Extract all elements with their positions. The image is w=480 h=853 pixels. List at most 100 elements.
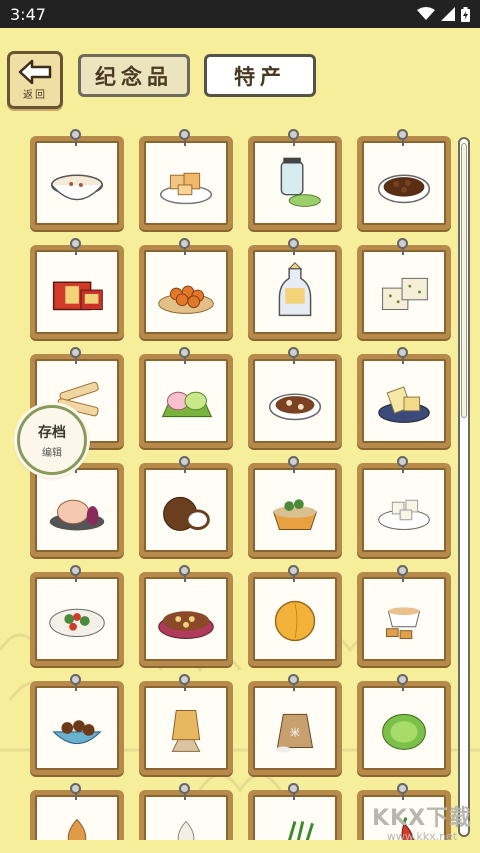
item-card[interactable] xyxy=(139,783,233,840)
status-bar: 3:47 xyxy=(0,0,480,28)
tab-souvenir[interactable]: 纪念品 xyxy=(78,54,190,97)
garlic-icon xyxy=(177,820,195,840)
item-card[interactable]: 米 xyxy=(248,674,342,775)
card-frame xyxy=(253,468,337,552)
item-card[interactable] xyxy=(357,674,451,775)
item-card[interactable] xyxy=(139,565,233,666)
item-card[interactable] xyxy=(30,238,124,339)
salad-plate-icon xyxy=(49,608,105,638)
tea-and-snacks-icon xyxy=(385,607,421,639)
card-frame: 米 xyxy=(253,686,337,770)
item-card[interactable] xyxy=(357,129,451,230)
item-card[interactable] xyxy=(357,456,451,557)
card-frame xyxy=(253,141,337,225)
tab-specialty[interactable]: 特产 xyxy=(204,54,316,97)
wifi-icon xyxy=(417,7,435,20)
item-card[interactable] xyxy=(248,456,342,557)
item-card[interactable] xyxy=(357,347,451,448)
card-hook xyxy=(179,783,190,800)
card-frame xyxy=(144,795,228,840)
wine-bottle-icon xyxy=(278,262,312,317)
card-hook xyxy=(70,238,81,255)
item-grid: 米 xyxy=(0,120,480,840)
item-card[interactable] xyxy=(139,347,233,448)
card-frame xyxy=(253,359,337,443)
item-card[interactable] xyxy=(139,674,233,775)
card-frame xyxy=(362,577,446,661)
rice-dumplings-icon xyxy=(161,391,213,418)
card-frame xyxy=(35,468,119,552)
item-card[interactable] xyxy=(30,129,124,230)
mooncake-icon xyxy=(49,499,105,531)
card-hook xyxy=(288,783,299,800)
back-arrow-icon xyxy=(18,59,52,85)
item-card[interactable] xyxy=(357,565,451,666)
card-hook xyxy=(179,456,190,473)
card-frame xyxy=(144,250,228,334)
card-hook xyxy=(397,783,408,800)
apricot-icon xyxy=(274,600,316,642)
card-frame xyxy=(253,795,337,840)
card-hook xyxy=(70,347,81,364)
scallion-icon xyxy=(288,821,314,840)
card-frame xyxy=(362,686,446,770)
jar-and-cake-icon xyxy=(280,157,321,207)
fried-tofu-icon xyxy=(159,172,213,205)
card-hook xyxy=(397,238,408,255)
item-card[interactable] xyxy=(139,456,233,557)
item-card[interactable] xyxy=(30,565,124,666)
card-frame xyxy=(253,577,337,661)
card-frame xyxy=(35,577,119,661)
onion-icon xyxy=(67,818,87,840)
card-hook xyxy=(179,565,190,582)
card-frame xyxy=(144,686,228,770)
back-button[interactable]: 返回 xyxy=(7,51,63,109)
card-frame xyxy=(253,250,337,334)
item-card[interactable] xyxy=(248,238,342,339)
card-hook xyxy=(288,347,299,364)
coconut-icon xyxy=(163,496,210,531)
card-hook xyxy=(397,674,408,691)
card-hook xyxy=(288,456,299,473)
item-card[interactable] xyxy=(30,674,124,775)
card-frame xyxy=(362,468,446,552)
beans-plate-icon xyxy=(377,174,431,204)
card-hook xyxy=(70,674,81,691)
fried-balls-icon xyxy=(158,285,214,314)
porridge-bowl-icon xyxy=(50,174,104,201)
item-card[interactable] xyxy=(248,347,342,448)
card-hook xyxy=(397,129,408,146)
card-frame xyxy=(362,250,446,334)
card-frame xyxy=(362,359,446,443)
tofu-blocks-icon xyxy=(378,386,430,423)
watermark-brand: KKX下载 xyxy=(371,806,473,831)
card-hook xyxy=(70,565,81,582)
card-hook xyxy=(179,129,190,146)
item-card[interactable] xyxy=(248,783,342,840)
scrollbar[interactable] xyxy=(458,137,470,837)
card-frame xyxy=(35,141,119,225)
card-frame xyxy=(35,250,119,334)
card-hook xyxy=(70,129,81,146)
card-hook xyxy=(179,347,190,364)
scroll-thumb[interactable] xyxy=(461,143,467,418)
card-hook xyxy=(288,674,299,691)
noodle-bowl-icon xyxy=(272,499,318,530)
rice-sack-icon: 米 xyxy=(275,713,314,753)
item-card[interactable] xyxy=(30,783,124,840)
item-card[interactable] xyxy=(248,565,342,666)
gift-box-icon xyxy=(52,281,103,311)
item-card[interactable] xyxy=(139,129,233,230)
rice-cakes-icon xyxy=(382,277,428,311)
card-hook xyxy=(288,565,299,582)
item-card[interactable] xyxy=(139,238,233,339)
item-card[interactable] xyxy=(357,238,451,339)
card-frame xyxy=(362,141,446,225)
watermark: KKX下载 www.kkx.net xyxy=(364,800,480,853)
card-hook xyxy=(288,129,299,146)
cabbage-icon xyxy=(382,713,426,750)
save-button[interactable]: 存档 编辑 xyxy=(17,405,87,475)
item-card[interactable] xyxy=(30,456,124,557)
braised-dish-icon xyxy=(52,720,102,745)
item-card[interactable] xyxy=(248,129,342,230)
